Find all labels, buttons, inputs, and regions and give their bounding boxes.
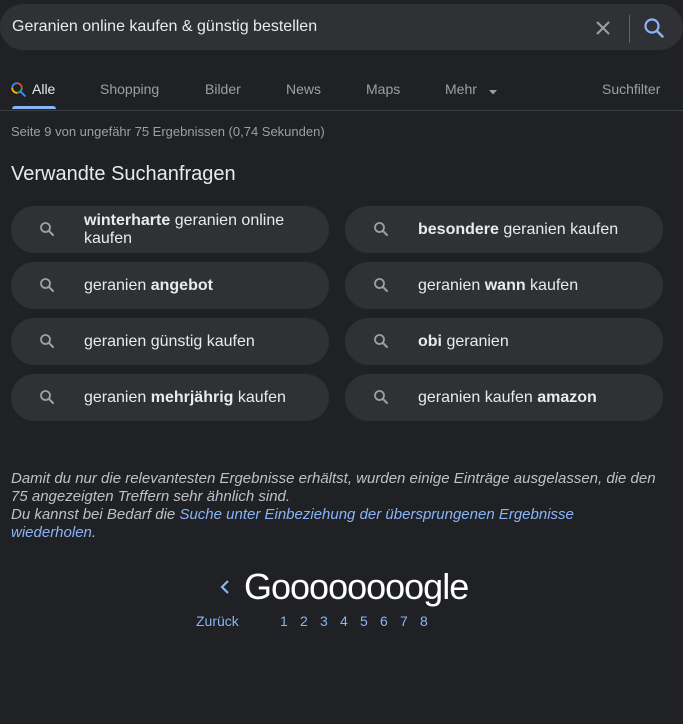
related-search-label: geranien mehrjährig kaufen	[84, 374, 304, 421]
query-term: geranien	[418, 276, 485, 294]
search-icon	[373, 389, 389, 405]
page-number-link[interactable]: 8	[420, 613, 428, 629]
related-search-label: obi geranien	[418, 318, 638, 365]
tab-bilder[interactable]: Bilder	[205, 81, 241, 97]
google-pagination-logo: Goooooooogle	[244, 566, 469, 607]
chevron-down-icon	[488, 82, 497, 98]
related-search-chip[interactable]: geranien mehrjährig kaufen	[11, 374, 329, 421]
related-search-label: geranien angebot	[84, 262, 304, 309]
search-icon	[373, 221, 389, 237]
search-icon	[39, 277, 55, 293]
tab-mehr-label: Mehr	[445, 81, 477, 97]
search-tabs: Alle Shopping Bilder News Maps Mehr Such…	[0, 78, 683, 111]
related-search-label: winterharte geranien online kaufen	[84, 206, 304, 253]
search-icon	[373, 277, 389, 293]
search-icon	[39, 333, 55, 349]
tab-maps[interactable]: Maps	[366, 81, 400, 97]
notice-prefix: Du kannst bei Bedarf die	[11, 506, 180, 523]
related-search-chip[interactable]: besondere geranien kaufen	[345, 206, 663, 253]
page-number-link[interactable]: 3	[320, 613, 328, 629]
related-search-chip[interactable]: geranien angebot	[11, 262, 329, 309]
query-term: geranien	[442, 332, 509, 350]
tab-suchfilter[interactable]: Suchfilter	[602, 81, 660, 97]
search-icon	[373, 333, 389, 349]
page-number-link[interactable]: 7	[400, 613, 408, 629]
query-term: geranien kaufen	[498, 220, 619, 238]
page-number-link[interactable]: 1	[280, 613, 288, 629]
query-term: geranien kaufen	[418, 388, 538, 406]
all-search-icon	[11, 82, 26, 97]
page-number-link[interactable]: 6	[380, 613, 388, 629]
query-term: kaufen	[233, 388, 286, 406]
highlight-term: wann	[484, 276, 526, 294]
highlight-term: winterharte	[84, 211, 171, 229]
query-term: geranien	[84, 276, 151, 294]
notice-text: Damit du nur die relevantesten Ergebniss…	[11, 470, 656, 505]
previous-page-link[interactable]: Zurück	[196, 613, 239, 629]
tab-news[interactable]: News	[286, 81, 321, 97]
tab-mehr[interactable]: Mehr	[445, 81, 497, 98]
highlight-term: mehrjährig	[150, 388, 234, 406]
clear-icon[interactable]	[592, 17, 614, 39]
related-search-label: geranien kaufen amazon	[418, 374, 638, 421]
chevron-left-icon[interactable]	[219, 578, 231, 596]
related-searches-title: Verwandte Suchanfragen	[11, 163, 236, 185]
related-search-chip[interactable]: geranien kaufen amazon	[345, 374, 663, 421]
query-term: geranien günstig kaufen	[84, 332, 255, 350]
related-search-label: geranien günstig kaufen	[84, 318, 304, 365]
highlight-term: obi	[418, 332, 442, 350]
omitted-results-notice: Damit du nur die relevantesten Ergebniss…	[11, 470, 661, 542]
page-number-link[interactable]: 5	[360, 613, 368, 629]
tab-shopping[interactable]: Shopping	[100, 81, 159, 97]
highlight-term: amazon	[537, 388, 597, 406]
search-bar[interactable]: Geranien online kaufen & günstig bestell…	[0, 4, 683, 50]
related-search-label: geranien wann kaufen	[418, 262, 638, 309]
related-search-chip[interactable]: obi geranien	[345, 318, 663, 365]
query-term: kaufen	[525, 276, 579, 294]
page-number-link[interactable]: 4	[340, 613, 348, 629]
notice-suffix: .	[91, 524, 97, 541]
result-stats: Seite 9 von ungefähr 75 Ergebnissen (0,7…	[11, 124, 325, 139]
related-search-chip[interactable]: winterharte geranien online kaufen	[11, 206, 329, 253]
search-icon	[39, 389, 55, 405]
related-search-label: besondere geranien kaufen	[418, 206, 638, 253]
search-icon	[39, 221, 55, 237]
highlight-term: angebot	[150, 276, 213, 294]
search-icon[interactable]	[642, 16, 666, 40]
related-search-chip[interactable]: geranien wann kaufen	[345, 262, 663, 309]
query-term: geranien	[84, 388, 151, 406]
tab-alle[interactable]: Alle	[32, 81, 55, 97]
highlight-term: besondere	[418, 220, 499, 238]
search-input[interactable]: Geranien online kaufen & günstig bestell…	[12, 18, 317, 36]
page-number-link[interactable]: 2	[300, 613, 308, 629]
active-tab-indicator	[12, 106, 56, 109]
related-search-chip[interactable]: geranien günstig kaufen	[11, 318, 329, 365]
search-divider	[629, 15, 630, 43]
